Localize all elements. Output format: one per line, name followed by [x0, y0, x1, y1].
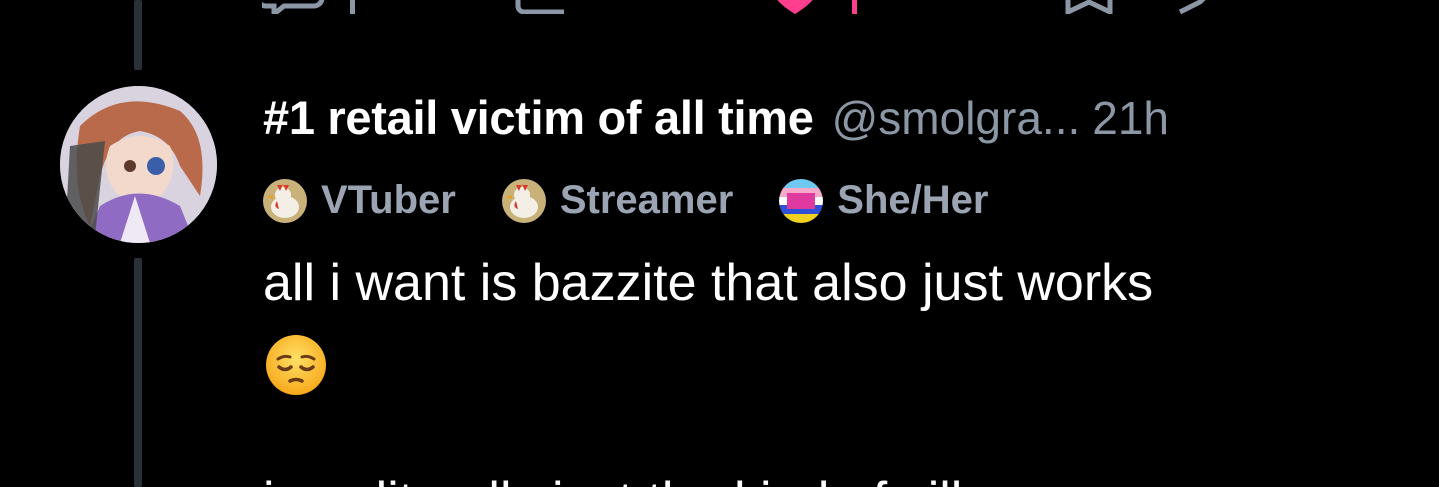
profile-badges: VTuber Streamer She/Her [263, 178, 1034, 223]
post-text-continued: i am literally just the kind of silly [263, 468, 988, 487]
post-text: all i want is bazzite that also just wor… [263, 254, 1154, 312]
post-timestamp[interactable]: 21h [1092, 91, 1169, 145]
badge-label: VTuber [321, 178, 456, 222]
avatar[interactable] [60, 86, 217, 243]
previous-post-actions [0, 0, 1439, 16]
share-icon[interactable] [1176, 0, 1226, 14]
bookmark-icon[interactable] [1064, 0, 1114, 14]
user-handle[interactable]: @smolgra... [832, 91, 1081, 145]
reply-count [348, 0, 358, 14]
pensive-face-icon [264, 333, 328, 397]
display-name[interactable]: #1 retail victim of all time [263, 90, 814, 145]
like-icon[interactable] [772, 0, 818, 14]
badge-vtuber[interactable]: VTuber [263, 178, 456, 223]
badge-streamer[interactable]: Streamer [501, 178, 734, 223]
chicken-badge-icon [263, 178, 307, 223]
badge-label: Streamer [559, 178, 734, 222]
chicken-badge-icon [501, 178, 546, 223]
badge-label: She/Her [837, 178, 989, 222]
thread-line-bottom [134, 258, 142, 487]
like-count [850, 0, 860, 14]
pronoun-flag-badge-icon [779, 178, 824, 223]
repost-icon[interactable] [514, 0, 574, 14]
badge-pronouns[interactable]: She/Her [779, 178, 988, 223]
reply-icon[interactable] [262, 0, 326, 14]
post-header: #1 retail victim of all time @smolgra...… [263, 90, 1169, 150]
